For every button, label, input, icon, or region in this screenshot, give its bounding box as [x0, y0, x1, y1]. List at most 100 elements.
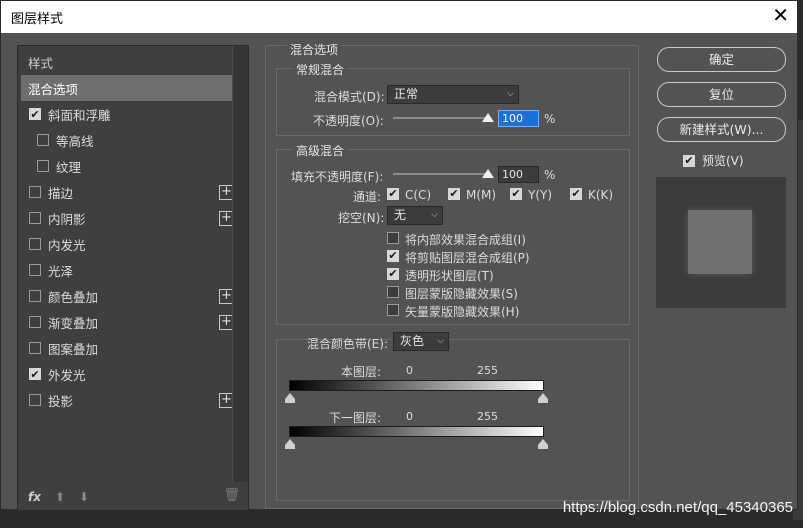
- blend-mode-value: 正常: [394, 87, 419, 101]
- styles-header[interactable]: 样式: [21, 49, 232, 75]
- sidebar-item-label: 渐变叠加: [48, 315, 99, 331]
- blend-mode-select[interactable]: 正常 ⌵: [387, 85, 519, 104]
- this-layer-black-stop[interactable]: [285, 393, 295, 403]
- sidebar-item-checkbox[interactable]: [29, 264, 41, 276]
- channel-y-checkbox[interactable]: ✔: [510, 188, 522, 200]
- sidebar-item-checkbox[interactable]: [29, 238, 41, 250]
- sidebar-item[interactable]: 颜色叠加 +: [21, 283, 234, 309]
- move-up-icon[interactable]: ⬆: [55, 490, 65, 504]
- sidebar-item-checkbox[interactable]: [29, 186, 41, 198]
- blend-if-label: 混合颜色带(E):: [307, 337, 388, 351]
- styles-sidebar: 样式 混合选项 ✔ 斜面和浮雕 等高线 纹理 描边 + 内阴影 + 内发光 光泽 颜色叠加 + 渐变叠加…: [17, 45, 249, 511]
- sidebar-item-checkbox[interactable]: [29, 212, 41, 224]
- fill-opacity-label: 填充不透明度(F):: [291, 170, 384, 184]
- sidebar-item[interactable]: 图案叠加: [21, 335, 232, 361]
- sidebar-item[interactable]: 内发光: [21, 231, 232, 257]
- sidebar-item[interactable]: 等高线: [21, 127, 232, 153]
- sidebar-item-checkbox[interactable]: [29, 290, 41, 302]
- sidebar-item-checkbox[interactable]: ✔: [29, 108, 41, 121]
- dialog-titlebar: 图层样式 ✕: [1, 1, 797, 33]
- fill-opacity-slider-thumb[interactable]: [482, 169, 494, 178]
- advanced-option-label: 将内部效果混合成组(I): [405, 233, 526, 247]
- sidebar-item-label: 光泽: [48, 263, 74, 279]
- opacity-input[interactable]: 100: [498, 110, 539, 127]
- sidebar-item-label: 描边: [48, 185, 74, 201]
- new-style-button[interactable]: 新建样式(W)...: [657, 117, 786, 142]
- sidebar-item[interactable]: 纹理: [21, 153, 232, 179]
- sidebar-item-checkbox[interactable]: [29, 394, 41, 406]
- opacity-unit: %: [544, 112, 556, 126]
- sidebar-item[interactable]: 光泽: [21, 257, 232, 283]
- sidebar-item-label: 投影: [48, 393, 74, 409]
- sidebar-item-checkbox[interactable]: [29, 342, 41, 354]
- knockout-value: 无: [394, 208, 407, 222]
- layer-style-dialog: 图层样式 ✕ 样式 混合选项 ✔ 斜面和浮雕等高线纹理描边 + 内阴影 + 内发光光泽颜色…: [0, 0, 798, 511]
- preview-swatch: [688, 210, 752, 274]
- fill-opacity-input[interactable]: 100: [498, 166, 539, 183]
- this-layer-label: 本图层:: [341, 365, 382, 379]
- channel-k-checkbox[interactable]: ✔: [570, 188, 582, 200]
- advanced-option-checkbox[interactable]: ✔: [387, 268, 399, 280]
- preview-checkbox[interactable]: ✔: [683, 154, 695, 167]
- sidebar-item-checkbox[interactable]: [37, 160, 49, 172]
- sidebar-item-label: 颜色叠加: [48, 289, 99, 305]
- chevron-down-icon: ⌵: [507, 89, 514, 99]
- sidebar-item[interactable]: 内阴影 +: [21, 205, 234, 231]
- close-icon[interactable]: ✕: [772, 5, 789, 27]
- advanced-option-checkbox[interactable]: [387, 304, 399, 316]
- blend-mode-label: 混合模式(D):: [314, 90, 385, 104]
- sidebar-item-checkbox[interactable]: [37, 134, 49, 146]
- sidebar-item-label: 外发光: [48, 367, 86, 383]
- this-layer-max: 255: [477, 364, 498, 377]
- sidebar-item-label: 等高线: [56, 133, 94, 149]
- sidebar-scrollbar[interactable]: [232, 46, 248, 482]
- channel-y-label: Y(Y): [528, 188, 553, 202]
- styles-list: 样式 混合选项 ✔ 斜面和浮雕 等高线 纹理 描边 + 内阴影 + 内发光 光泽 颜色叠加 + 渐变叠加…: [21, 49, 234, 413]
- sidebar-item[interactable]: ✔ 斜面和浮雕: [21, 101, 232, 127]
- advanced-option-checkbox[interactable]: [387, 286, 399, 298]
- chevron-down-icon: ⌵: [431, 210, 438, 220]
- under-layer-label: 下一图层:: [329, 411, 382, 425]
- sidebar-item[interactable]: 渐变叠加 +: [21, 309, 234, 335]
- channel-m-label: M(M): [466, 188, 497, 202]
- sidebar-item-blending-options[interactable]: 混合选项: [21, 75, 232, 101]
- under-layer-black-stop[interactable]: [285, 439, 295, 449]
- opacity-label: 不透明度(O):: [313, 114, 384, 128]
- sidebar-item-label: 纹理: [56, 159, 82, 175]
- preview-label: 预览(V): [702, 154, 744, 168]
- under-layer-gradient: [289, 426, 544, 437]
- under-layer-white-stop[interactable]: [538, 439, 548, 449]
- move-down-icon[interactable]: ⬇: [79, 490, 89, 504]
- sidebar-item[interactable]: ✔ 外发光: [21, 361, 232, 387]
- watermark-text: https://blog.csdn.net/qq_45340365: [562, 499, 793, 516]
- reset-button[interactable]: 复位: [657, 82, 786, 107]
- trash-icon[interactable]: 🗑: [223, 488, 240, 503]
- opacity-slider-thumb[interactable]: [482, 113, 494, 122]
- this-layer-white-stop[interactable]: [538, 393, 548, 403]
- channel-k-label: K(K): [588, 188, 614, 202]
- sidebar-item[interactable]: 描边 +: [21, 179, 234, 205]
- advanced-option-label: 矢量蒙版隐藏效果(H): [405, 305, 520, 319]
- advanced-option-checkbox[interactable]: [387, 232, 399, 244]
- sidebar-item-label: 内发光: [48, 237, 86, 253]
- chevron-down-icon: ⌵: [437, 336, 444, 346]
- channels-label: 通道:: [353, 190, 382, 204]
- this-layer-min: 0: [406, 364, 413, 377]
- sidebar-item[interactable]: 投影 +: [21, 387, 234, 413]
- opacity-slider-track[interactable]: [393, 117, 490, 119]
- general-blending-title: 常规混合: [293, 61, 348, 78]
- under-layer-min: 0: [406, 410, 413, 423]
- knockout-select[interactable]: 无 ⌵: [387, 206, 443, 225]
- blend-if-select[interactable]: 灰色 ⌵: [393, 332, 449, 351]
- ok-button[interactable]: 确定: [657, 47, 786, 72]
- sidebar-item-checkbox[interactable]: ✔: [29, 368, 41, 381]
- preview-toggle[interactable]: ✔ 预览(V): [683, 152, 744, 169]
- channel-c-checkbox[interactable]: ✔: [387, 188, 399, 200]
- sidebar-item-checkbox[interactable]: [29, 316, 41, 328]
- sidebar-item-label: 斜面和浮雕: [48, 107, 111, 123]
- dialog-title: 图层样式: [11, 10, 64, 26]
- fill-opacity-slider-track[interactable]: [393, 173, 490, 175]
- advanced-option-checkbox[interactable]: ✔: [387, 250, 399, 262]
- fx-icon[interactable]: fx: [28, 490, 41, 504]
- channel-m-checkbox[interactable]: ✔: [448, 188, 460, 200]
